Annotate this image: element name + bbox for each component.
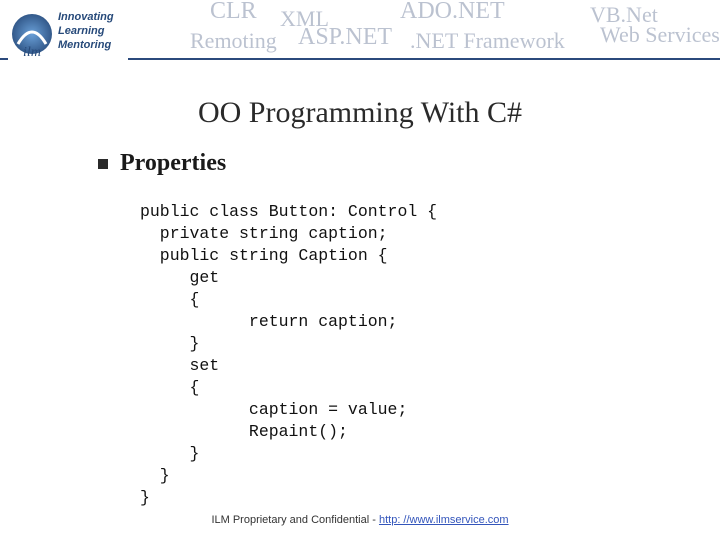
ilm-logo: ilm Innovating Learning Mentoring xyxy=(8,4,128,76)
banner-term-asp: ASP.NET xyxy=(298,24,392,51)
footer: ILM Proprietary and Confidential - http:… xyxy=(0,514,720,526)
header-banner: CLR XML ADO.NET VB.Net Remoting ASP.NET … xyxy=(0,0,720,80)
bullet-row: Properties xyxy=(98,150,226,177)
banner-term-clr: CLR xyxy=(210,0,257,25)
banner-term-framework: .NET Framework xyxy=(410,28,565,54)
slide-title: OO Programming With C# xyxy=(0,96,720,130)
footer-prefix: ILM Proprietary and Confidential - xyxy=(211,514,379,526)
banner-term-ado: ADO.NET xyxy=(400,0,505,25)
logo-line-1: Innovating xyxy=(58,10,114,24)
footer-link[interactable]: http: //www.ilmservice.com xyxy=(379,514,509,526)
ilm-logo-icon: ilm xyxy=(8,10,56,58)
banner-term-remoting: Remoting xyxy=(190,28,277,54)
svg-text:ilm: ilm xyxy=(23,45,41,58)
code-block: public class Button: Control { private s… xyxy=(140,201,437,509)
logo-line-2: Learning xyxy=(58,24,114,38)
bullet-text: Properties xyxy=(120,150,226,177)
banner-term-webservices: Web Services xyxy=(600,22,720,48)
ilm-logo-text: Innovating Learning Mentoring xyxy=(58,10,114,52)
bullet-square-icon xyxy=(98,159,108,169)
logo-line-3: Mentoring xyxy=(58,38,114,52)
